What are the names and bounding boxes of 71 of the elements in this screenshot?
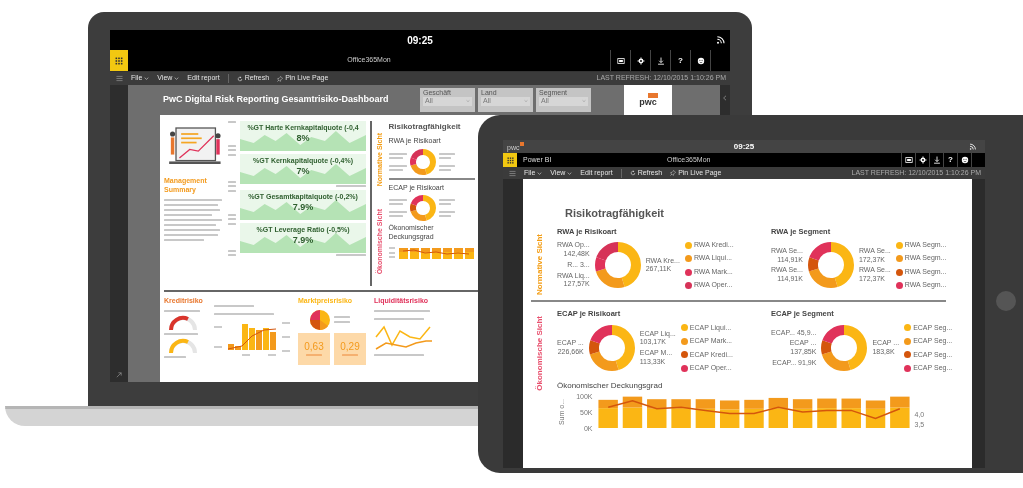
pin-icon (670, 170, 677, 176)
donut-chart-drawing (588, 325, 635, 372)
app-launcher-button[interactable] (110, 50, 128, 71)
kpi-value: 7.9% (292, 202, 314, 212)
panel-heading: Risikotragfähigkeit (388, 121, 462, 133)
donut-chart-drawing (409, 195, 436, 221)
logo-mark (520, 142, 525, 146)
fullscreen-icon (616, 56, 625, 65)
blurred-text-drawing (342, 353, 358, 356)
smiley-icon (960, 156, 969, 164)
blurred-text-drawing (164, 309, 200, 312)
help-button[interactable]: ? (670, 50, 690, 71)
logo-mark (648, 93, 658, 98)
gauge-drawing (168, 337, 198, 353)
app-launcher-button[interactable] (503, 153, 517, 167)
blurred-text-drawing (214, 305, 274, 315)
settings-icon (636, 56, 645, 65)
section-label: Ökonomische Sicht (534, 316, 545, 392)
blurred-text-drawing (374, 353, 424, 356)
blurred-text-drawing (438, 199, 455, 217)
blurred-text-drawing (228, 181, 236, 187)
donut-chart-drawing (594, 242, 641, 289)
pie-chart-drawing (310, 309, 330, 330)
blurred-text-drawing (388, 199, 407, 217)
kpi-value: 0,63 (304, 341, 324, 352)
blurred-text-drawing (306, 353, 322, 356)
chevron-down-icon (537, 170, 543, 176)
menu-icon (508, 169, 516, 177)
chevron-down-icon (567, 170, 573, 176)
pin-icon (277, 75, 284, 82)
section-label: Normative Sicht (534, 233, 545, 295)
report-title: PwC Digital Risk Reporting Gesamtrisiko-Dashboard (163, 93, 390, 107)
clock-text: 09:25 (733, 140, 755, 153)
blurred-text-drawing (374, 309, 430, 320)
menu-icon (115, 75, 123, 82)
blurred-text-drawing (164, 332, 198, 335)
chart-title: Ökonomischer Deckungsgrad (557, 379, 664, 392)
clock-text: 09:25 (407, 33, 433, 48)
refresh-icon (236, 75, 243, 82)
wifi-icon (716, 34, 726, 44)
kpi-value: 8% (296, 133, 310, 143)
chevron-down-icon (174, 76, 180, 81)
settings-icon (918, 156, 927, 164)
kpi-value: 0,29 (340, 341, 360, 352)
blurred-text-drawing (228, 145, 236, 151)
blurred-text-drawing (388, 152, 407, 171)
download-icon (656, 56, 665, 65)
blurred-text-drawing (228, 214, 236, 220)
fullscreen-icon (904, 156, 913, 164)
blurred-text-drawing (164, 198, 222, 241)
grid-icon (115, 56, 123, 65)
blurred-text-drawing (334, 316, 350, 323)
blurred-text-drawing (228, 250, 236, 256)
chevron-down-icon (144, 76, 150, 81)
chevron-left-icon (722, 95, 728, 101)
kpi-value: 7.9% (292, 235, 314, 245)
refresh-icon (629, 170, 636, 176)
kpi-value: 7% (296, 166, 310, 176)
blurred-text-drawing (438, 152, 455, 171)
wifi-icon (969, 142, 977, 150)
panel-heading: Risikotragfähigkeit (565, 206, 666, 221)
grid-icon (506, 156, 514, 164)
expand-icon (116, 372, 122, 378)
logo-text: pwc (639, 98, 657, 107)
donut-chart-drawing (409, 148, 436, 175)
gauge-drawing (168, 314, 198, 330)
blurred-text-drawing (164, 355, 186, 358)
donut-chart-drawing (821, 325, 868, 372)
smiley-icon (696, 56, 705, 65)
download-icon (932, 156, 941, 164)
donut-chart-drawing (807, 242, 854, 289)
